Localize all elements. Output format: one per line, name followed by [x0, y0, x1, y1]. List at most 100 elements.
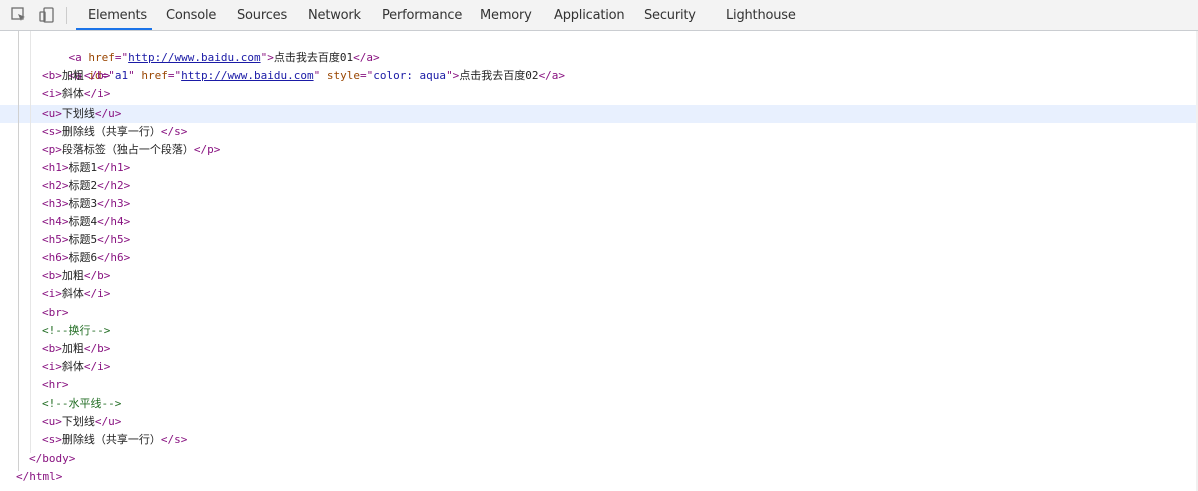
dom-node-u-selected[interactable]: <u>下划线</u> — [42, 105, 121, 123]
dom-node-h5[interactable]: <h5>标题5</h5> — [42, 231, 130, 249]
indent-guide — [18, 31, 19, 471]
node-text: 斜体 — [61, 360, 84, 373]
node-text: 点击我去百度02 — [459, 69, 539, 82]
attr-eq: =" — [167, 69, 182, 82]
tab-elements[interactable]: Elements — [88, 0, 147, 30]
dom-node-h2[interactable]: <h2>标题2</h2> — [42, 177, 130, 195]
tag-end: </p> — [193, 143, 221, 156]
node-text: 删除线（共享一行） — [61, 433, 161, 446]
tag-open: <hr> — [42, 378, 69, 391]
tag-open: <h4> — [42, 215, 69, 228]
active-tab-indicator — [76, 28, 152, 30]
tab-memory[interactable]: Memory — [480, 0, 532, 30]
dom-node-anchor[interactable]: <a href="http://www.baidu.com">点击我去百度01<… — [42, 31, 380, 64]
dom-node-b[interactable]: <b>加粗</b> — [42, 340, 110, 358]
dom-node-h6[interactable]: <h6>标题6</h6> — [42, 249, 130, 267]
tab-security[interactable]: Security — [644, 0, 696, 30]
tag-open: <b> — [42, 342, 62, 355]
tag-end: </s> — [160, 125, 188, 138]
attr-name: href — [141, 69, 168, 82]
tag-end: </i> — [83, 287, 111, 300]
tag-end: </h4> — [97, 215, 131, 228]
tag-open: <s> — [42, 125, 62, 138]
dom-comment[interactable]: <!--换行--> — [42, 322, 110, 340]
tag-end: </h6> — [97, 251, 131, 264]
attr-eq: =" — [359, 69, 374, 82]
toolbar-separator — [66, 7, 67, 24]
node-text: 段落标签（独占一个段落） — [61, 143, 194, 156]
tag-end: </a> — [538, 69, 566, 82]
tag-end: </u> — [94, 107, 122, 120]
node-text: 标题2 — [68, 179, 98, 192]
dom-node-anchor[interactable]: <a id="a1" href="http://www.baidu.com" s… — [42, 49, 566, 82]
dom-node-s[interactable]: <s>删除线（共享一行）</s> — [42, 123, 187, 141]
node-text: 标题3 — [68, 197, 98, 210]
tab-console[interactable]: Console — [166, 0, 216, 30]
attr-quote: " — [313, 69, 327, 82]
tag-open: <i> — [42, 87, 62, 100]
tag-open: <b> — [42, 69, 62, 82]
tag-open: <br> — [42, 306, 69, 319]
node-text: 标题6 — [68, 251, 98, 264]
node-text: 下划线 — [61, 107, 95, 120]
dom-node-h3[interactable]: <h3>标题3</h3> — [42, 195, 130, 213]
node-text: 斜体 — [61, 287, 84, 300]
tag-open: <p> — [42, 143, 62, 156]
dom-node-hr[interactable]: <hr> — [42, 376, 69, 394]
devtools-toolbar: Elements Console Sources Network Perform… — [0, 0, 1198, 31]
comment-text: <!--水平线--> — [42, 397, 122, 410]
dom-comment[interactable]: <!--水平线--> — [42, 395, 121, 413]
inspect-element-icon[interactable] — [10, 6, 28, 24]
dom-node-h1[interactable]: <h1>标题1</h1> — [42, 159, 130, 177]
tab-application[interactable]: Application — [554, 0, 625, 30]
node-text: 加粗 — [61, 69, 84, 82]
attr-name: style — [326, 69, 360, 82]
dom-node-body-close[interactable]: </body> — [29, 450, 75, 468]
device-toolbar-icon[interactable] — [38, 6, 56, 24]
tag-end: </s> — [160, 433, 188, 446]
tag-close: </html> — [16, 470, 63, 483]
tab-sources[interactable]: Sources — [237, 0, 287, 30]
indent-guide — [30, 31, 31, 453]
dom-node-p[interactable]: <p>段落标签（独占一个段落）</p> — [42, 141, 220, 159]
tag-end: </h2> — [97, 179, 131, 192]
dom-node-i[interactable]: <i>斜体</i> — [42, 85, 110, 103]
node-text: 加粗 — [61, 269, 84, 282]
tag-close: "> — [446, 69, 460, 82]
node-text: 标题5 — [68, 233, 98, 246]
dom-node-i[interactable]: <i>斜体</i> — [42, 285, 110, 303]
tag-end: </u> — [94, 415, 122, 428]
node-text: 下划线 — [61, 415, 95, 428]
dom-node-b[interactable]: <b>加粗</b> — [42, 67, 110, 85]
tag-open: <u> — [42, 107, 62, 120]
tag-open: <h1> — [42, 161, 69, 174]
dom-node-h4[interactable]: <h4>标题4</h4> — [42, 213, 130, 231]
tag-end: </h5> — [97, 233, 131, 246]
dom-node-s[interactable]: <s>删除线（共享一行）</s> — [42, 431, 187, 449]
node-text: 斜体 — [61, 87, 84, 100]
tag-end: </b> — [83, 342, 111, 355]
tag-end: </i> — [83, 87, 111, 100]
node-text: 标题1 — [68, 161, 98, 174]
tag-end: </b> — [83, 269, 111, 282]
tag-open: <i> — [42, 360, 62, 373]
comment-text: <!--换行--> — [42, 324, 111, 337]
highlighted-row-background — [0, 105, 1198, 123]
tab-lighthouse[interactable]: Lighthouse — [726, 0, 796, 30]
dom-node-u[interactable]: <u>下划线</u> — [42, 413, 121, 431]
tag-open: <i> — [42, 287, 62, 300]
dom-node-html-close[interactable]: </html> — [16, 468, 62, 486]
attr-value: color: aqua — [373, 69, 447, 82]
tag-end: </h3> — [97, 197, 131, 210]
attr-link[interactable]: http://www.baidu.com — [181, 69, 313, 82]
elements-tree: <a href="http://www.baidu.com">点击我去百度01<… — [0, 31, 1198, 491]
tag-open: <h6> — [42, 251, 69, 264]
dom-node-b[interactable]: <b>加粗</b> — [42, 267, 110, 285]
dom-node-br[interactable]: <br> — [42, 304, 69, 322]
attr-quote: " — [128, 69, 142, 82]
tag-end: </b> — [83, 69, 111, 82]
tab-network[interactable]: Network — [308, 0, 361, 30]
tag-end: </i> — [83, 360, 111, 373]
tab-performance[interactable]: Performance — [382, 0, 462, 30]
dom-node-i[interactable]: <i>斜体</i> — [42, 358, 110, 376]
